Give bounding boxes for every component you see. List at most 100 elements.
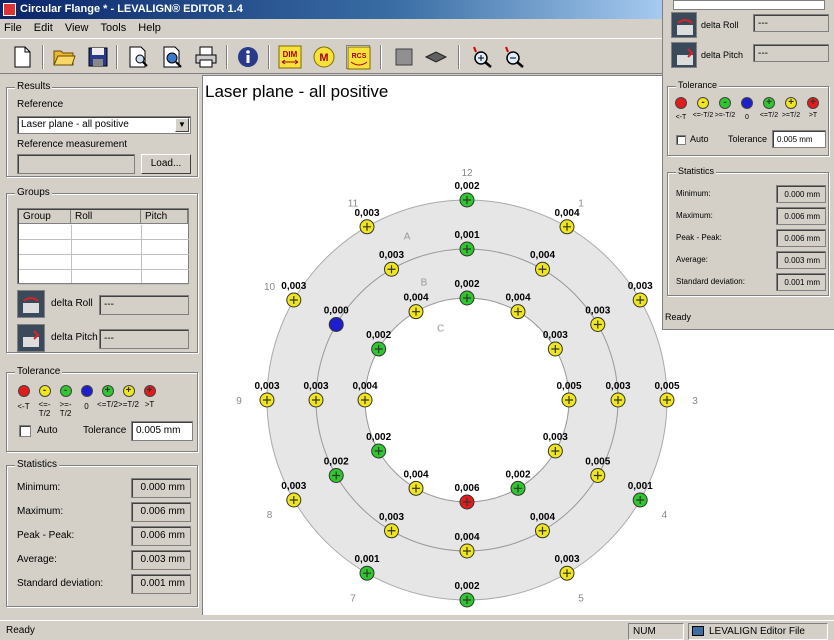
roll-sensor-icon [17,290,45,318]
measurement-value: 0,003 [543,432,568,443]
load-button[interactable]: Load... [141,154,191,174]
save-icon[interactable] [86,45,110,69]
menu-view[interactable]: View [65,19,89,37]
stat-value: 0.006 mm [776,229,826,247]
layer-icon[interactable] [424,45,448,69]
column-header-group[interactable]: Group [19,210,71,224]
print-preview-icon[interactable] [126,45,150,69]
groups-table[interactable]: Group Roll Pitch [17,208,189,285]
file-icon [692,626,704,636]
measurement-value: 0,002 [505,469,530,480]
menu-file[interactable]: File [4,19,22,37]
stat-value: 0.000 mm [131,478,191,498]
tolerance-legend-label: <=T/2 [759,112,779,119]
info-icon[interactable] [236,45,260,69]
rcs-icon[interactable]: RCS [346,45,371,70]
table-row[interactable] [19,225,189,240]
menu-help[interactable]: Help [138,19,161,37]
clock-number: 3 [692,396,698,407]
chevron-down-icon[interactable]: ▼ [175,118,189,132]
clock-number: 12 [461,168,473,179]
dim-icon[interactable]: DIM [278,45,302,69]
inner-ring [364,297,570,503]
measurement-value: 0,005 [654,381,679,392]
auto-checkbox[interactable] [19,425,31,437]
clock-number: 10 [264,282,276,293]
overlay-auto-checkbox[interactable] [676,135,686,145]
table-row[interactable] [19,240,189,255]
pitch-sensor-icon [671,42,697,68]
reference-select[interactable]: Laser plane - all positive ▼ [17,116,191,134]
column-header-pitch[interactable]: Pitch [141,210,188,224]
ring-label: B [421,278,428,289]
statistics-group: Statistics Minimum: 0.000 mm Maximum: 0.006… [6,459,198,607]
num-indicator: NUM [628,623,684,640]
status-text: Ready [6,625,35,636]
measurement-value: 0,004 [454,532,479,543]
auto-label: Auto [37,425,58,436]
measurement-value: 0,002 [454,581,479,592]
ring-label: C [437,324,444,335]
status-dot-icon: - [38,385,51,397]
stat-label: Peak - Peak: [676,233,722,242]
status-dot-icon: + [785,97,797,109]
printer-icon[interactable] [194,45,218,69]
column-header-roll[interactable]: Roll [71,210,141,224]
refmeas-label: Reference measurement [17,139,128,150]
reference-measurement-field[interactable] [17,154,135,174]
overlay-statistics-title: Statistics [676,166,717,176]
measurement-value: 0,003 [543,330,568,341]
measurement-value: 0,003 [628,281,653,292]
status-dot-icon: + [143,385,156,397]
stat-value: 0.001 mm [131,574,191,594]
status-dot-icon: + [122,385,135,397]
rcs-label: RCS [352,53,367,60]
overlay-tolerance-label: Tolerance [728,134,768,144]
table-row[interactable] [19,270,189,285]
measurement-value: 0,002 [324,457,349,468]
delta-pitch-label: delta Pitch [51,332,98,343]
overlay-delta-roll-field: --- [753,14,829,32]
tolerance-legend-item: + >=T/2 [118,385,139,418]
status-dot-icon: - [59,385,72,397]
open-icon[interactable] [52,45,76,69]
zoom-out-icon[interactable] [502,45,526,69]
tolerance-group: Tolerance <-T - <=-T/2- >=-T/2 0 + <=T/2 + >=T/2… [6,366,198,452]
measurement-dot[interactable] [328,317,344,332]
tolerance-legend-item: - <=-T/2 [34,385,55,418]
measurement-value: 0,004 [403,469,428,480]
measurement-value: 0,003 [303,381,328,392]
preview-zoom-icon[interactable] [160,45,184,69]
file-type-indicator: LEVALIGN Editor File [688,623,828,640]
delta-roll-field: --- [99,295,189,315]
measurement-value: 0,001 [628,481,653,492]
status-dot-icon [17,385,30,397]
measurement-value: 0,003 [379,512,404,523]
zoom-in-icon[interactable] [470,45,494,69]
tolerance-input[interactable]: 0.005 mm [131,421,193,441]
measurement-value: 0,002 [366,432,391,443]
roll-sensor-icon [671,12,697,38]
measurement-value: 0,002 [454,279,479,290]
status-dot-icon [675,97,687,109]
new-icon[interactable] [10,45,34,69]
tolerance-title: Tolerance [15,366,63,377]
table-row[interactable] [19,255,189,270]
square-icon[interactable] [392,45,416,69]
stat-value: 0.000 mm [776,185,826,203]
measurement-value: 0,004 [530,512,555,523]
menu-bar: File Edit View Tools Help [0,19,662,37]
pitch-sensor-icon [17,324,45,352]
menu-edit[interactable]: Edit [34,19,53,37]
stat-value: 0.003 mm [131,550,191,570]
tolerance-legend-label: <=T/2 [97,400,118,409]
title-bar: Circular Flange * - LEVALIGN® EDITOR 1.4 [0,0,662,19]
tolerance-legend-label: <-T [17,402,30,411]
overlay-delta-roll-label: delta Roll [701,20,739,30]
menu-tools[interactable]: Tools [101,19,127,37]
stat-value: 0.003 mm [776,251,826,269]
overlay-tolerance-input[interactable]: 0.005 mm [772,130,826,148]
status-dot-icon: + [807,97,819,109]
stat-label: Standard deviation: [17,578,104,589]
m-icon[interactable]: M [312,45,336,69]
